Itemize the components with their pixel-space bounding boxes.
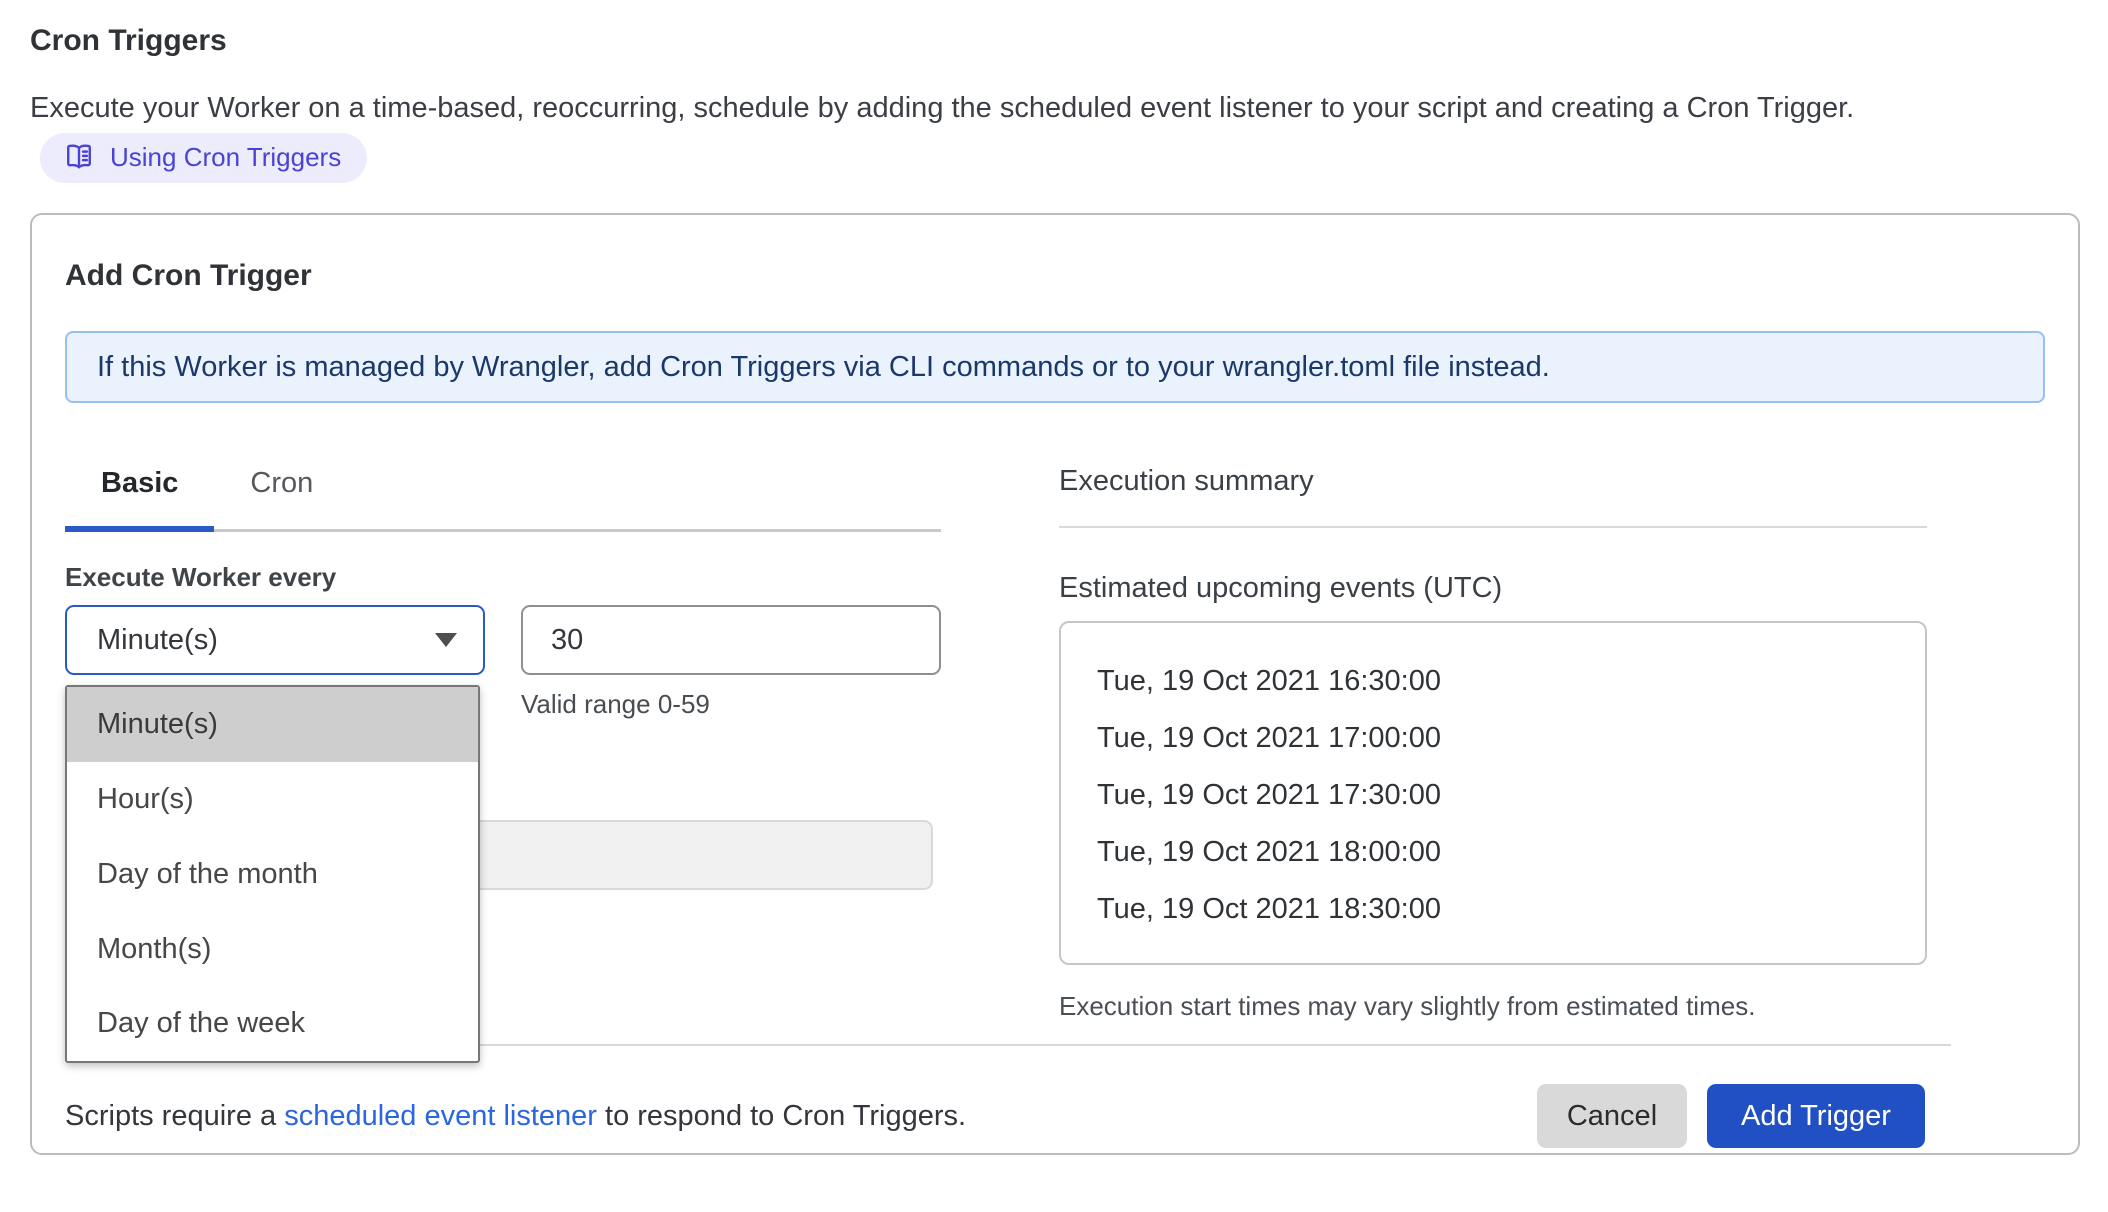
valid-range-helper: Valid range 0-59 bbox=[521, 689, 941, 720]
dropdown-option-day-of-month[interactable]: Day of the month bbox=[67, 837, 478, 912]
trigger-form-column: Basic Cron Execute Worker every Minute(s… bbox=[65, 459, 941, 1022]
page-description-text: Execute your Worker on a time-based, reo… bbox=[30, 92, 1854, 124]
execution-summary-column: Execution summary Estimated upcoming eve… bbox=[1059, 459, 1927, 1022]
add-cron-trigger-card: Add Cron Trigger If this Worker is manag… bbox=[30, 213, 2080, 1155]
chevron-down-icon bbox=[435, 633, 457, 647]
estimated-events-subtitle: Estimated upcoming events (UTC) bbox=[1059, 572, 1927, 605]
event-timestamp: Tue, 19 Oct 2021 17:00:00 bbox=[1097, 710, 1925, 767]
requirement-text-before: Scripts require a bbox=[65, 1100, 284, 1132]
dropdown-option-minutes[interactable]: Minute(s) bbox=[67, 687, 478, 762]
unit-select-value: Minute(s) bbox=[97, 624, 218, 657]
dropdown-option-months[interactable]: Month(s) bbox=[67, 912, 478, 987]
unit-select[interactable]: Minute(s) bbox=[65, 605, 485, 675]
card-columns: Basic Cron Execute Worker every Minute(s… bbox=[65, 459, 2045, 1022]
card-footer: Scripts require a scheduled event listen… bbox=[65, 1084, 2045, 1148]
tab-basic[interactable]: Basic bbox=[65, 459, 214, 532]
cancel-button[interactable]: Cancel bbox=[1537, 1084, 1687, 1148]
page-description: Execute your Worker on a time-based, reo… bbox=[30, 84, 2015, 183]
dropdown-option-day-of-week[interactable]: Day of the week bbox=[67, 987, 478, 1062]
scripts-requirement-text: Scripts require a scheduled event listen… bbox=[65, 1100, 966, 1133]
requirement-text-after: to respond to Cron Triggers. bbox=[597, 1100, 966, 1132]
mode-tabs: Basic Cron bbox=[65, 459, 941, 532]
execution-times-note: Execution start times may vary slightly … bbox=[1059, 991, 1927, 1022]
wrangler-info-text: If this Worker is managed by Wrangler, a… bbox=[97, 351, 1550, 384]
event-timestamp: Tue, 19 Oct 2021 17:30:00 bbox=[1097, 767, 1925, 824]
wrangler-info-banner: If this Worker is managed by Wrangler, a… bbox=[65, 331, 2045, 403]
estimated-events-box: Tue, 19 Oct 2021 16:30:00 Tue, 19 Oct 20… bbox=[1059, 621, 1927, 965]
book-icon bbox=[62, 140, 96, 174]
using-cron-triggers-link[interactable]: Using Cron Triggers bbox=[40, 133, 367, 183]
interval-value-input[interactable] bbox=[521, 605, 941, 675]
scheduled-event-listener-link[interactable]: scheduled event listener bbox=[284, 1100, 597, 1132]
add-trigger-button[interactable]: Add Trigger bbox=[1707, 1084, 1925, 1148]
dropdown-option-hours[interactable]: Hour(s) bbox=[67, 762, 478, 837]
using-cron-triggers-label: Using Cron Triggers bbox=[110, 141, 341, 173]
frequency-field-row: Minute(s) Minute(s) Hour(s) Day of the m… bbox=[65, 605, 941, 675]
event-timestamp: Tue, 19 Oct 2021 16:30:00 bbox=[1097, 653, 1925, 710]
cron-triggers-page: Cron Triggers Execute your Worker on a t… bbox=[0, 0, 2108, 1155]
tab-cron[interactable]: Cron bbox=[214, 459, 349, 532]
execute-worker-every-label: Execute Worker every bbox=[65, 562, 941, 593]
unit-select-wrap: Minute(s) Minute(s) Hour(s) Day of the m… bbox=[65, 605, 485, 675]
card-title: Add Cron Trigger bbox=[65, 259, 2045, 293]
page-title: Cron Triggers bbox=[30, 22, 2078, 60]
event-timestamp: Tue, 19 Oct 2021 18:00:00 bbox=[1097, 824, 1925, 881]
unit-dropdown-menu: Minute(s) Hour(s) Day of the month Month… bbox=[65, 685, 480, 1063]
execution-summary-title: Execution summary bbox=[1059, 465, 1927, 528]
footer-buttons: Cancel Add Trigger bbox=[1537, 1084, 1925, 1148]
event-timestamp: Tue, 19 Oct 2021 18:30:00 bbox=[1097, 881, 1925, 938]
